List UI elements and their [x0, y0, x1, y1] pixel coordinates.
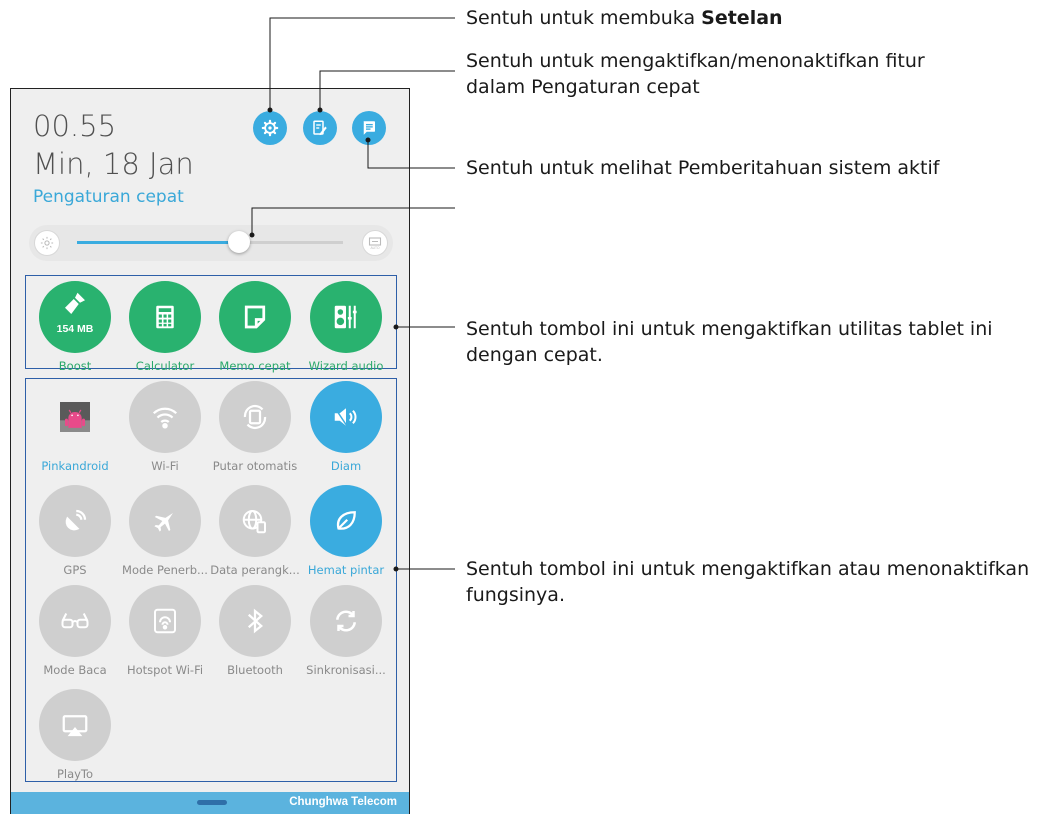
utilities-callout: Sentuh tombol ini untuk mengaktifkan uti…: [466, 318, 993, 366]
notifications-callout: Sentuh untuk melihat Pemberitahuan siste…: [466, 157, 940, 179]
callout-lines: [249, 17, 455, 572]
settings-callout: Sentuh untuk membuka Setelan: [466, 7, 783, 29]
edit-callout: Sentuh untuk mengaktifkan/menonaktifkan …: [466, 50, 925, 98]
toggles-callout: Sentuh tombol ini untuk mengaktifkan ata…: [466, 558, 1030, 606]
